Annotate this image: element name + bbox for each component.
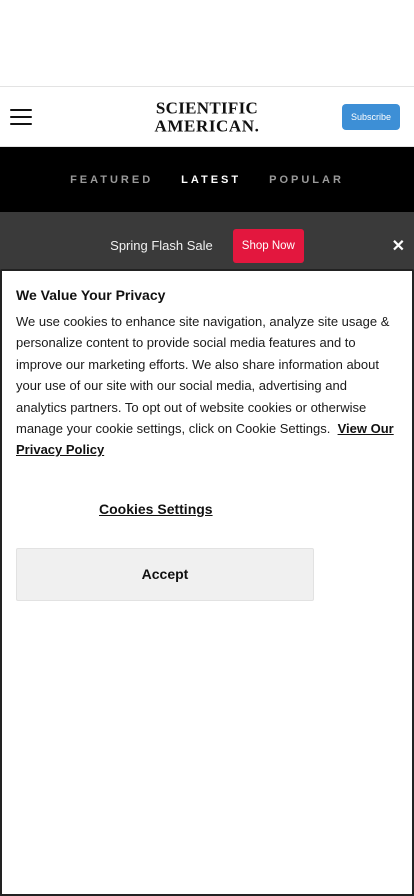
subscribe-button[interactable]: Subscribe [341, 103, 400, 130]
logo-line-2: AMERICAN. [154, 116, 260, 135]
ad-space [0, 0, 414, 87]
menu-line [10, 122, 32, 125]
accept-button[interactable]: Accept [16, 547, 314, 601]
menu-line [10, 115, 32, 118]
menu-line [10, 108, 32, 111]
logo-line-1: SCIENTIFIC [155, 98, 259, 117]
site-header: SCIENTIFIC AMERICAN. Subscribe [0, 87, 414, 147]
tab-featured[interactable]: FEATURED [70, 174, 153, 186]
close-icon[interactable]: ✕ [392, 236, 405, 256]
hamburger-menu-icon[interactable] [10, 108, 32, 125]
consent-body-text: We use cookies to enhance site navigatio… [16, 314, 390, 437]
shop-now-button[interactable]: Shop Now [232, 228, 304, 263]
site-logo[interactable]: SCIENTIFIC AMERICAN. [154, 99, 259, 134]
cookie-consent-dialog: We Value Your Privacy We use cookies to … [0, 269, 414, 896]
promo-text: Spring Flash Sale [110, 238, 213, 253]
consent-title: We Value Your Privacy [16, 287, 166, 303]
section-tabs: FEATURED LATEST POPULAR [0, 147, 414, 212]
tab-latest[interactable]: LATEST [181, 174, 241, 186]
tab-popular[interactable]: POPULAR [269, 174, 344, 186]
consent-body: We use cookies to enhance site navigatio… [16, 311, 398, 461]
cookie-settings-button[interactable]: Cookies Settings [99, 501, 213, 517]
